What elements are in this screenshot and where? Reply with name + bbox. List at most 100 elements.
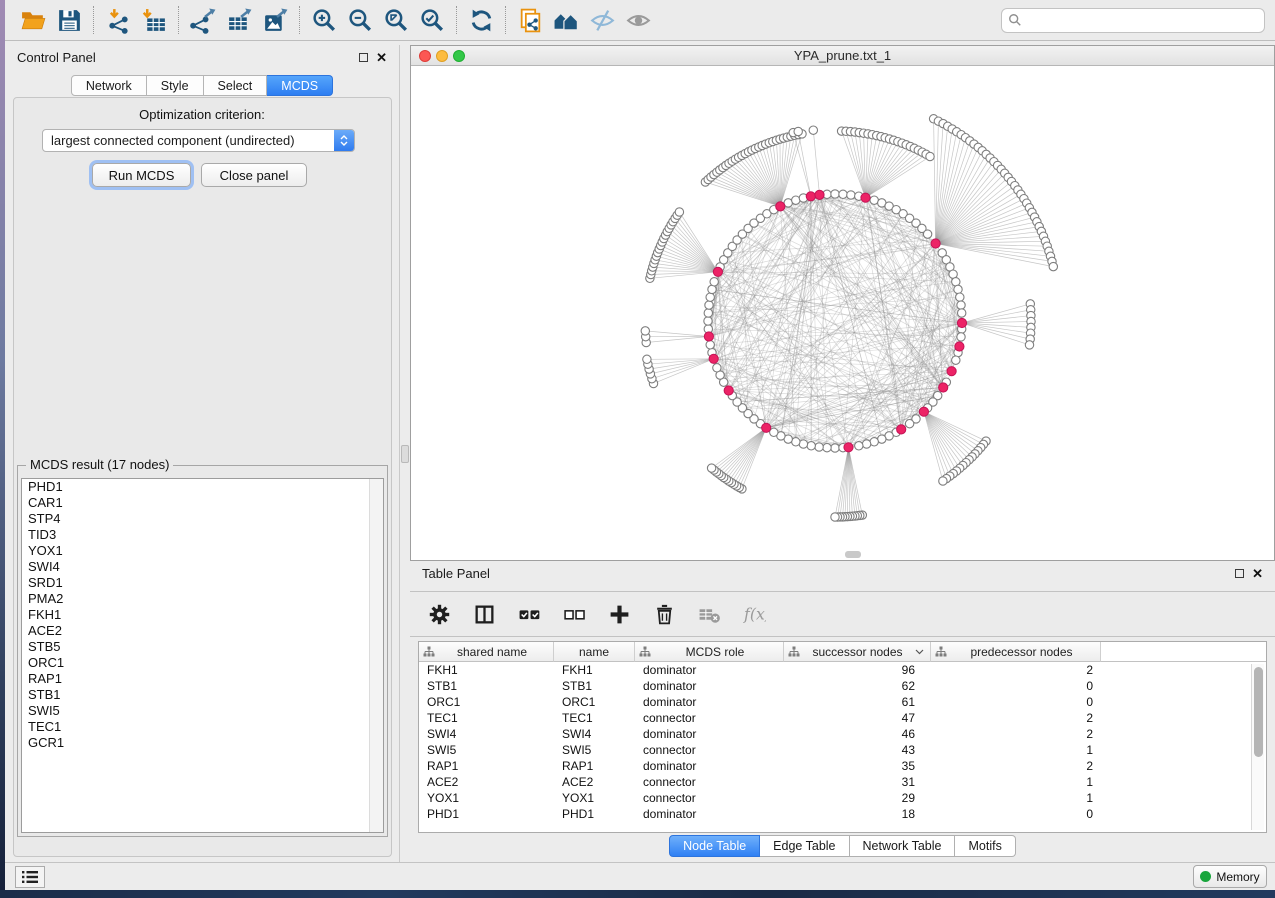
apply-function-icon: f(x) — [743, 603, 766, 626]
memory-status-icon — [1200, 871, 1211, 882]
mcds-result-item[interactable]: PMA2 — [22, 591, 383, 607]
tab-network[interactable]: Network — [71, 75, 147, 96]
table-row-SWI4[interactable]: SWI4SWI4dominator462 — [419, 726, 1266, 742]
mcds-result-item[interactable]: PHD1 — [22, 479, 383, 495]
mcds-result-item[interactable]: SWI4 — [22, 559, 383, 575]
table-row-RAP1[interactable]: RAP1RAP1dominator352 — [419, 758, 1266, 774]
refresh-button[interactable] — [463, 3, 499, 37]
column-header-successor-nodes[interactable]: successor nodes — [784, 642, 931, 662]
cell: ACE2 — [554, 774, 635, 790]
column-header-MCDS-role[interactable]: MCDS role — [635, 642, 784, 662]
open-session-button[interactable] — [15, 3, 51, 37]
search-box[interactable] — [1001, 8, 1265, 33]
deselect-all-button[interactable] — [559, 599, 589, 629]
scrollbar-thumb[interactable] — [1254, 667, 1263, 757]
mcds-result-item[interactable]: FKH1 — [22, 607, 383, 623]
mcds-list-scrollbar[interactable] — [369, 479, 383, 832]
cell: dominator — [635, 758, 784, 774]
column-header-shared-name[interactable]: shared name — [419, 642, 554, 662]
optimization-criterion-dropdown[interactable]: largest connected component (undirected) — [42, 129, 355, 152]
columns-button[interactable] — [469, 599, 499, 629]
export-table-button[interactable] — [221, 3, 257, 37]
mcds-result-item[interactable]: TID3 — [22, 527, 383, 543]
search-input[interactable] — [1026, 13, 1258, 27]
table-row-ORC1[interactable]: ORC1ORC1dominator610 — [419, 694, 1266, 710]
settings-button[interactable] — [424, 599, 454, 629]
mcds-result-item[interactable]: CAR1 — [22, 495, 383, 511]
tab-select[interactable]: Select — [204, 75, 268, 96]
panel-splitter[interactable] — [400, 45, 410, 862]
network-graph[interactable] — [411, 66, 1274, 560]
show-graphics-details-button[interactable] — [620, 3, 656, 37]
table-row-FKH1[interactable]: FKH1FKH1dominator962 — [419, 662, 1266, 678]
cell: 31 — [784, 774, 931, 790]
table-panel-tabs: Node TableEdge TableNetwork TableMotifs — [410, 835, 1275, 857]
run-mcds-button[interactable]: Run MCDS — [92, 163, 191, 187]
tab-motifs[interactable]: Motifs — [955, 835, 1015, 857]
table-row-YOX1[interactable]: YOX1YOX1connector291 — [419, 790, 1266, 806]
float-panel-icon[interactable] — [359, 53, 368, 62]
zoom-out-button[interactable] — [342, 3, 378, 37]
cell-filler — [1101, 758, 1266, 774]
cell: 1 — [931, 790, 1101, 806]
network-horizontal-scrollbar[interactable] — [845, 551, 861, 558]
table-vertical-scrollbar[interactable] — [1251, 664, 1264, 830]
add-row-button[interactable] — [604, 599, 634, 629]
table-row-PHD1[interactable]: PHD1PHD1dominator180 — [419, 806, 1266, 822]
mcds-result-item[interactable]: YOX1 — [22, 543, 383, 559]
cell-filler — [1101, 806, 1266, 822]
export-image-button[interactable] — [257, 3, 293, 37]
splitter-grip[interactable] — [401, 445, 409, 463]
mcds-result-item[interactable]: GCR1 — [22, 735, 383, 751]
close-panel-icon[interactable]: ✕ — [376, 53, 387, 62]
mcds-result-item[interactable]: ORC1 — [22, 655, 383, 671]
zoom-fit-button[interactable] — [378, 3, 414, 37]
show-graphics-details-icon — [625, 7, 652, 34]
import-table-button[interactable] — [136, 3, 172, 37]
delete-row-button[interactable] — [649, 599, 679, 629]
mcds-result-item[interactable]: SWI5 — [22, 703, 383, 719]
save-session-button[interactable] — [51, 3, 87, 37]
clear-table-button[interactable] — [694, 599, 724, 629]
task-history-button[interactable] — [15, 866, 45, 888]
float-table-panel-icon[interactable] — [1235, 569, 1244, 578]
memory-button[interactable]: Memory — [1193, 865, 1267, 888]
cell: 0 — [931, 806, 1101, 822]
select-all-button[interactable] — [514, 599, 544, 629]
tab-node-table[interactable]: Node Table — [669, 835, 760, 857]
mcds-result-item[interactable]: STP4 — [22, 511, 383, 527]
table-row-TEC1[interactable]: TEC1TEC1connector472 — [419, 710, 1266, 726]
export-network-button[interactable] — [185, 3, 221, 37]
table-row-SWI5[interactable]: SWI5SWI5connector431 — [419, 742, 1266, 758]
cell: 61 — [784, 694, 931, 710]
zoom-in-button[interactable] — [306, 3, 342, 37]
cell: 18 — [784, 806, 931, 822]
tab-network-table[interactable]: Network Table — [850, 835, 956, 857]
hide-graphics-details-button[interactable] — [584, 3, 620, 37]
close-panel-button[interactable]: Close panel — [201, 163, 307, 187]
add-row-icon — [608, 603, 631, 626]
close-table-panel-icon[interactable]: ✕ — [1252, 569, 1263, 578]
zoom-selected-button[interactable] — [414, 3, 450, 37]
mcds-result-item[interactable]: ACE2 — [22, 623, 383, 639]
svg-text:f(x): f(x) — [743, 604, 766, 623]
mcds-result-item[interactable]: STB5 — [22, 639, 383, 655]
mcds-result-item[interactable]: STB1 — [22, 687, 383, 703]
tab-mcds[interactable]: MCDS — [267, 75, 333, 96]
apply-function-button[interactable]: f(x) — [739, 599, 769, 629]
first-neighbors-button[interactable] — [548, 3, 584, 37]
tab-style[interactable]: Style — [147, 75, 204, 96]
tab-edge-table[interactable]: Edge Table — [760, 835, 849, 857]
table-row-ACE2[interactable]: ACE2ACE2connector311 — [419, 774, 1266, 790]
table-row-STB1[interactable]: STB1STB1dominator620 — [419, 678, 1266, 694]
cell-filler — [1101, 726, 1266, 742]
column-header-predecessor-nodes[interactable]: predecessor nodes — [931, 642, 1101, 662]
import-network-button[interactable] — [100, 3, 136, 37]
mcds-result-item[interactable]: RAP1 — [22, 671, 383, 687]
mcds-result-item[interactable]: TEC1 — [22, 719, 383, 735]
mcds-result-item[interactable]: SRD1 — [22, 575, 383, 591]
cell: 2 — [931, 662, 1101, 678]
column-header-name[interactable]: name — [554, 642, 635, 662]
cell: STB1 — [554, 678, 635, 694]
duplicate-network-button[interactable] — [512, 3, 548, 37]
